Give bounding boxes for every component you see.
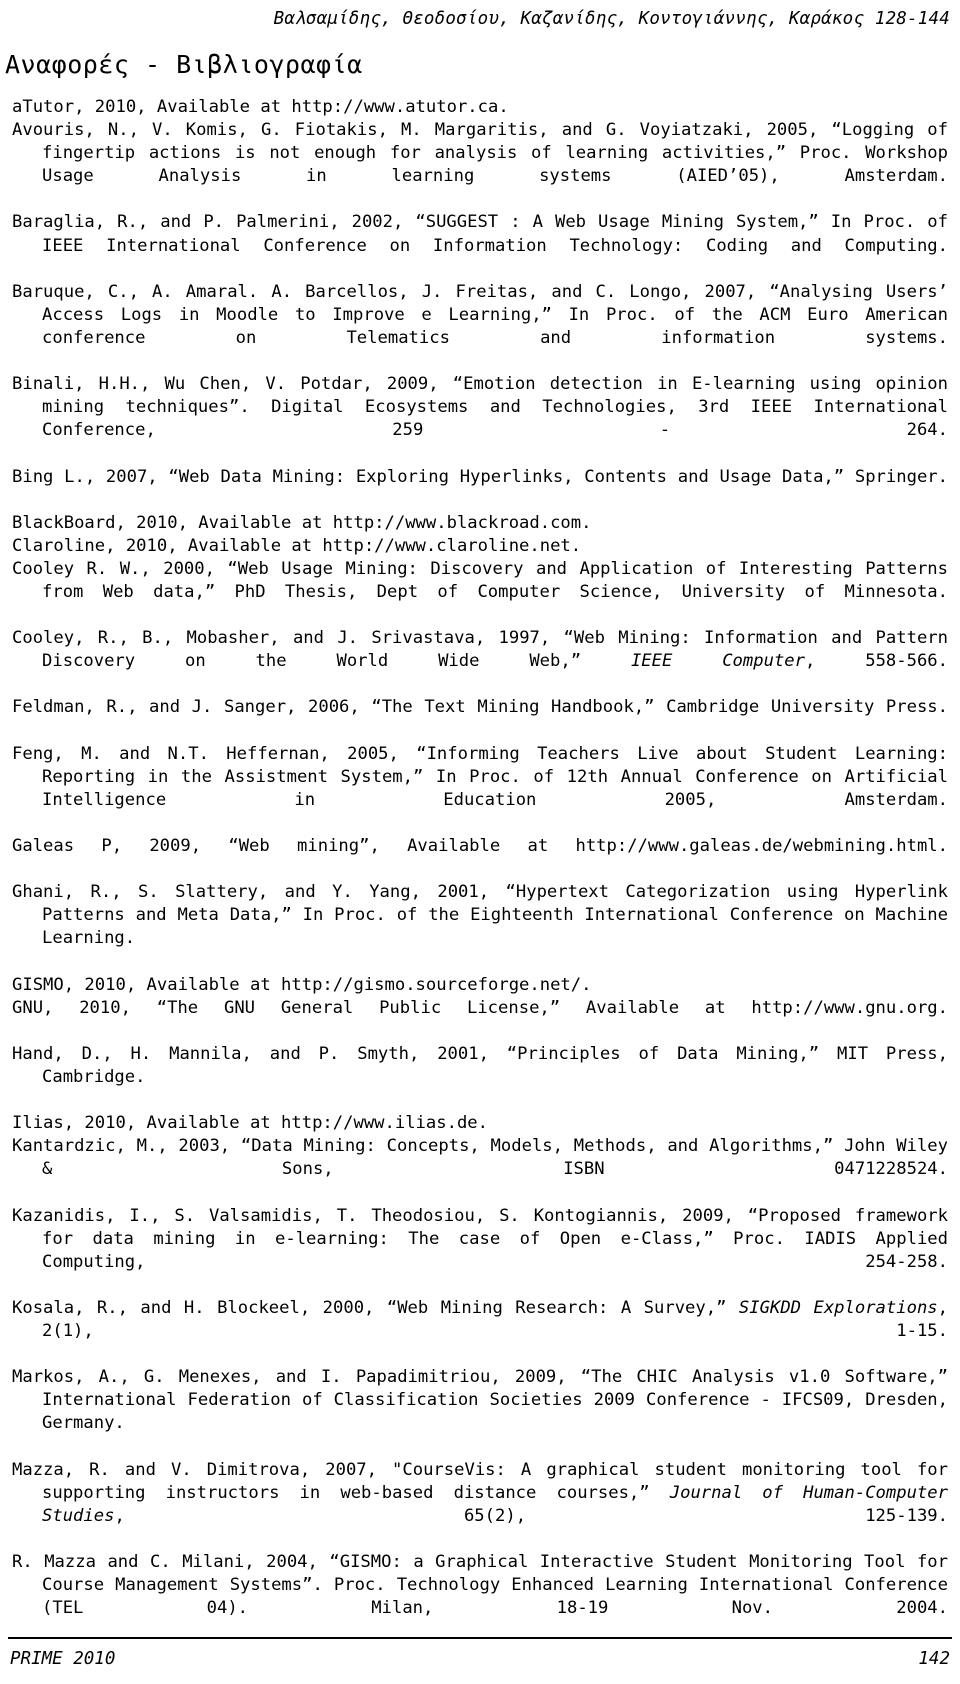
bibliography-entry: Feng, M. and N.T. Heffernan, 2005, “Info… <box>12 743 948 810</box>
entry-text: , 558-566. <box>805 651 948 672</box>
bibliography-entry: Ilias, 2010, Available at http://www.ili… <box>12 1113 488 1134</box>
page-title: Αναφορές - Βιβλιογραφία <box>5 50 363 79</box>
bibliography-entry: GISMO, 2010, Available at http://gismo.s… <box>12 974 592 995</box>
bibliography-entry: Avouris, N., V. Komis, G. Fiotakis, M. M… <box>12 120 948 187</box>
entry-text: Kosala, R., and H. Blockeel, 2000, “Web … <box>12 1297 739 1318</box>
footer-page-number: 142 <box>918 1649 950 1669</box>
bibliography-entry: Baraglia, R., and P. Palmerini, 2002, “S… <box>12 212 948 256</box>
page-footer: PRIME 2010 142 <box>10 1648 950 1670</box>
entry-text: , 65(2), 125-139. <box>114 1505 948 1526</box>
bibliography-entry: Kantardzic, M., 2003, “Data Mining: Conc… <box>12 1136 948 1180</box>
running-header: Βαλσαμίδης, Θεοδοσίου, Καζανίδης, Κοντογ… <box>273 9 950 29</box>
publication-title: IEEE Computer <box>630 651 805 672</box>
publication-title: SIGKDD Explorations <box>738 1297 938 1318</box>
bibliography-entry: Cooley R. W., 2000, “Web Usage Mining: D… <box>12 558 948 602</box>
bibliography-entry: Binali, H.H., Wu Chen, V. Potdar, 2009, … <box>12 374 948 441</box>
bibliography-entry: Ghani, R., S. Slattery, and Y. Yang, 200… <box>12 882 948 949</box>
document-page: Βαλσαμίδης, Θεοδοσίου, Καζανίδης, Κοντογ… <box>0 0 960 1684</box>
bibliography-entry: aTutor, 2010, Available at http://www.at… <box>12 97 509 117</box>
footer-conference-label: PRIME 2010 <box>10 1649 116 1669</box>
footer-divider <box>8 1637 952 1639</box>
bibliography-entry: R. Mazza and C. Milani, 2004, “GISMO: a … <box>12 1551 948 1619</box>
bibliography-entry: Kosala, R., and H. Blockeel, 2000, “Web … <box>12 1297 948 1366</box>
bibliography-entry: BlackBoard, 2010, Available at http://ww… <box>12 512 592 533</box>
bibliography-entry: GNU, 2010, “The GNU General Public Licen… <box>12 997 948 1018</box>
bibliography-list: aTutor, 2010, Available at http://www.at… <box>12 96 948 1643</box>
bibliography-entry: Galeas P, 2009, “Web mining”, Available … <box>12 836 948 856</box>
bibliography-entry: Mazza, R. and V. Dimitrova, 2007, "Cours… <box>12 1459 948 1551</box>
bibliography-entry: Markos, A., G. Menexes, and I. Papadimit… <box>12 1367 948 1434</box>
bibliography-entry: Kazanidis, I., S. Valsamidis, T. Theodos… <box>12 1205 948 1272</box>
bibliography-entry: Hand, D., H. Mannila, and P. Smyth, 2001… <box>12 1043 948 1087</box>
bibliography-entry: Cooley, R., B., Mobasher, and J. Srivast… <box>12 627 948 696</box>
bibliography-entry: Baruque, C., A. Amaral. A. Barcellos, J.… <box>12 281 948 348</box>
bibliography-entry: Claroline, 2010, Available at http://www… <box>12 535 582 556</box>
bibliography-entry: Feldman, R., and J. Sanger, 2006, “The T… <box>12 697 948 718</box>
bibliography-entry: Bing L., 2007, “Web Data Mining: Explori… <box>12 466 948 487</box>
